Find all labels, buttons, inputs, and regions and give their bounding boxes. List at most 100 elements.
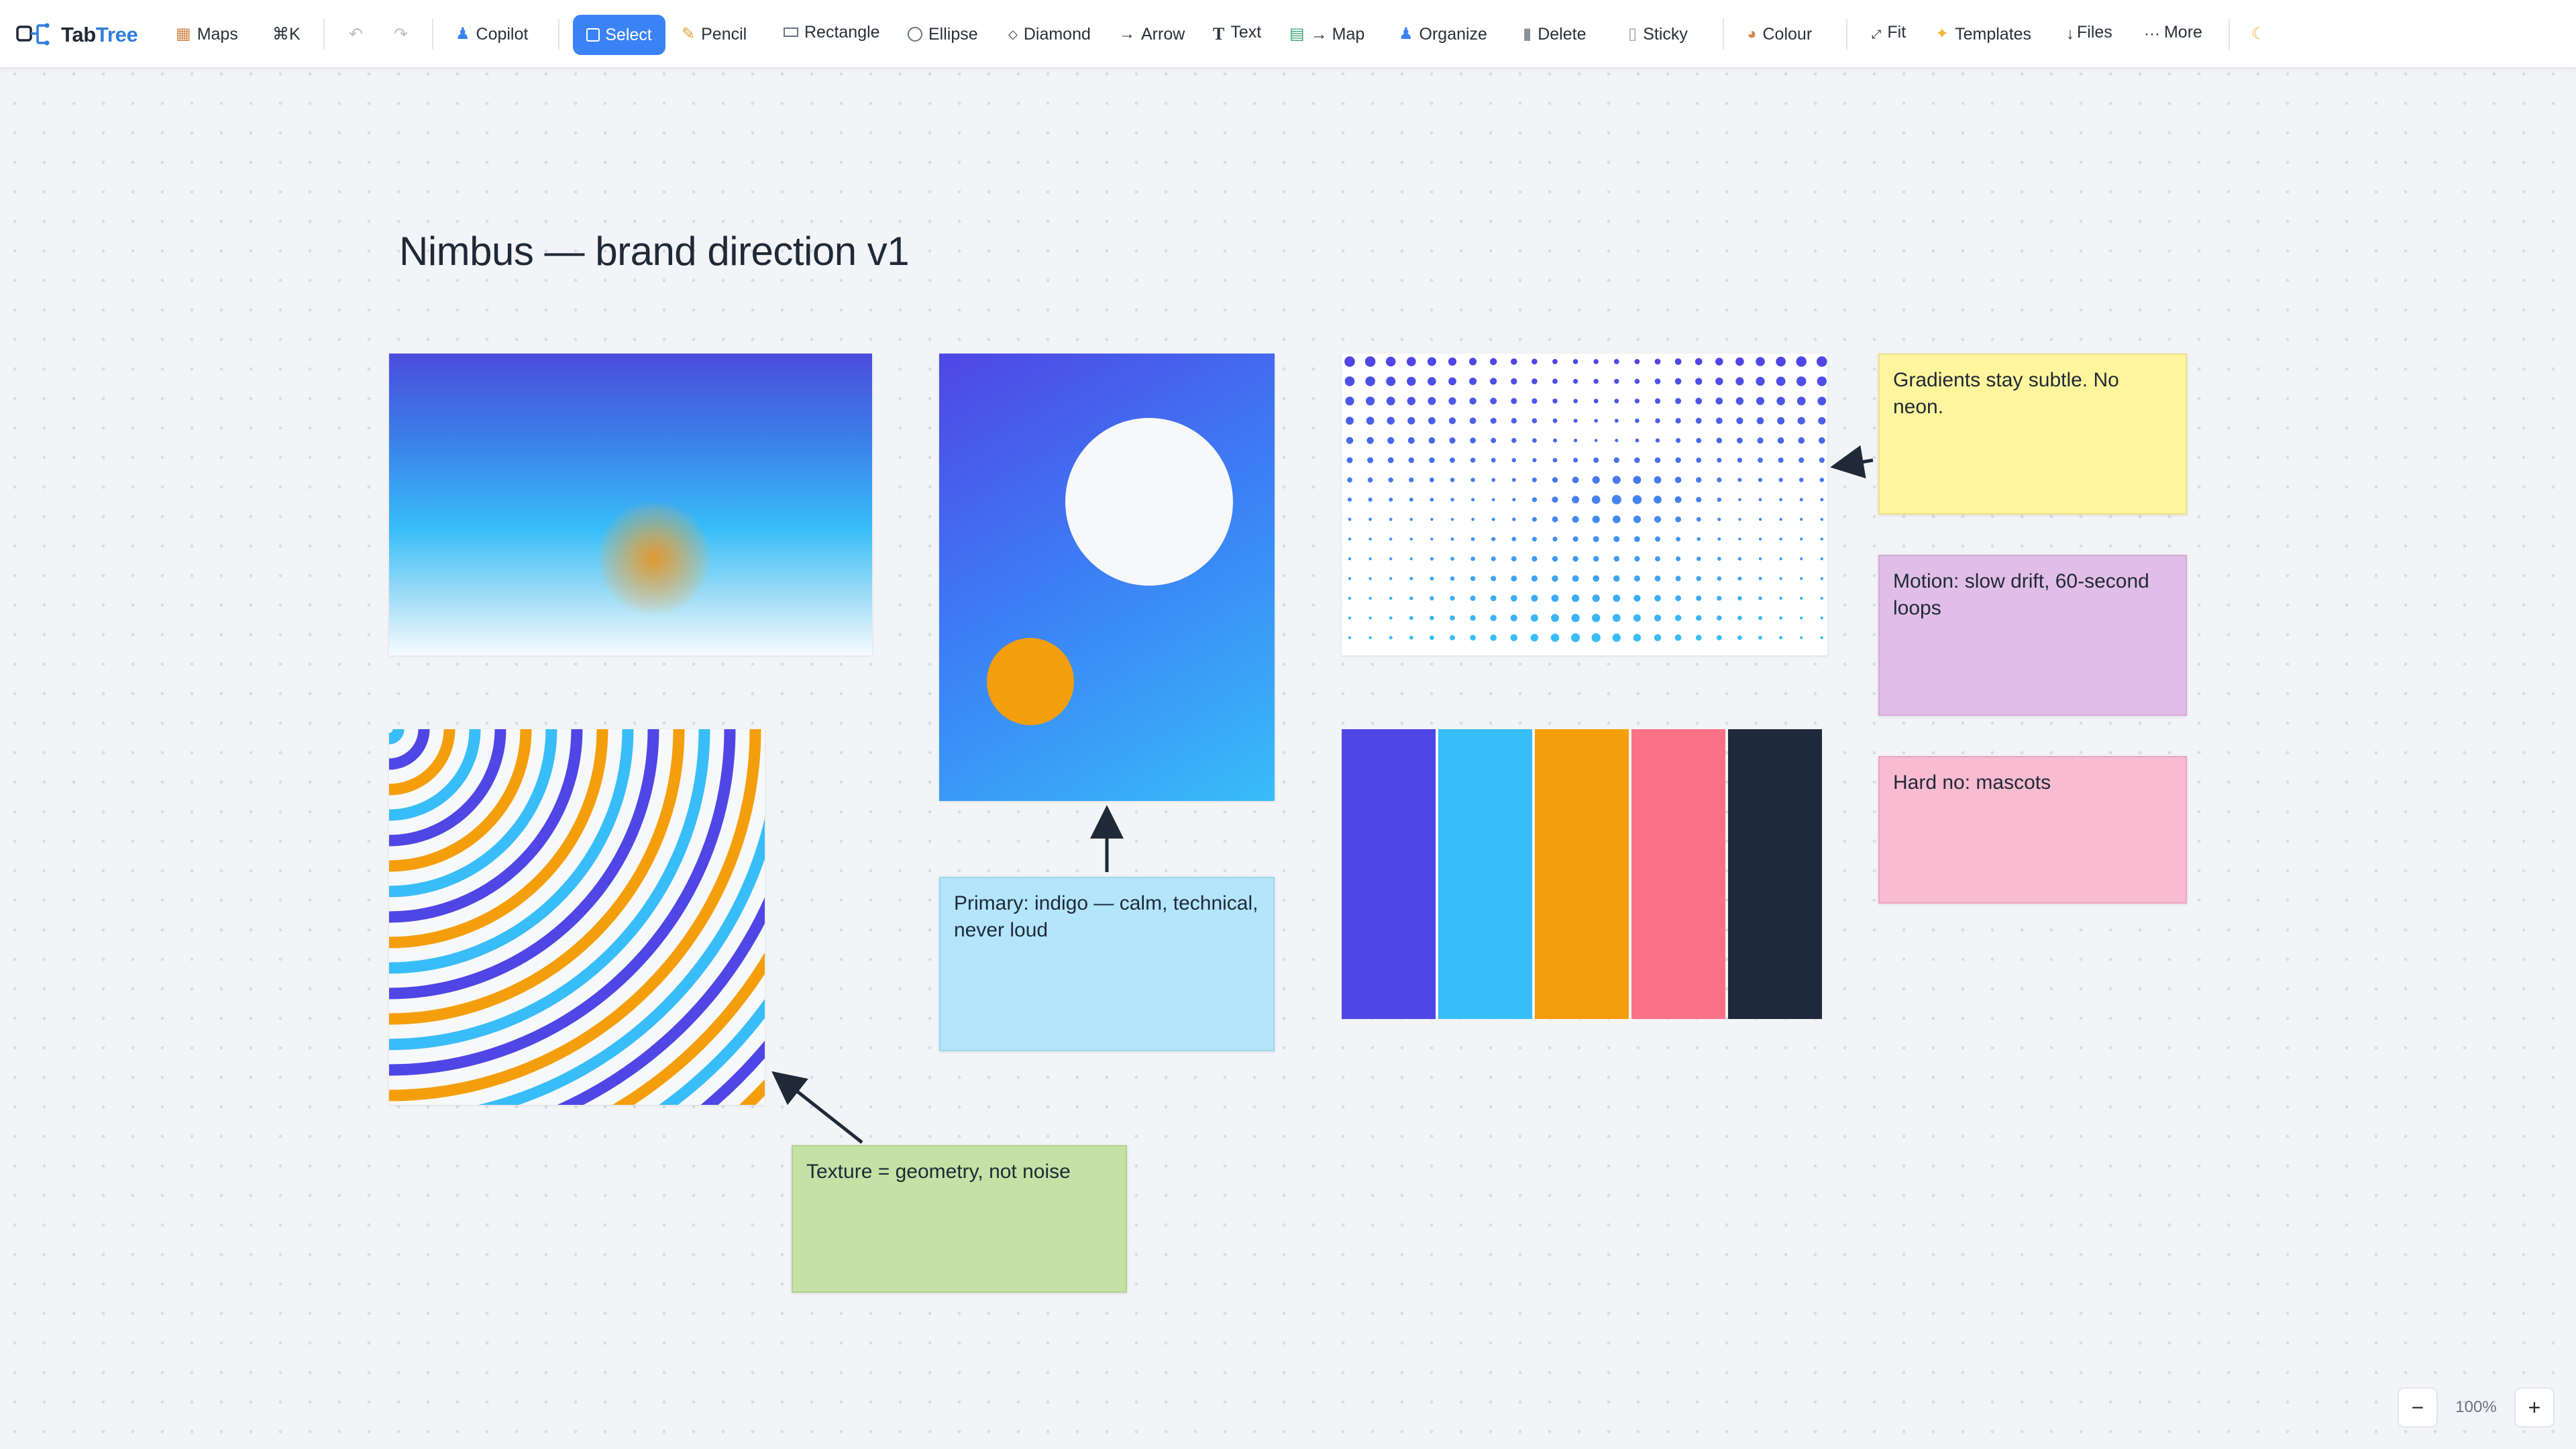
map-tool-button[interactable]: ▤ → Map bbox=[1289, 16, 1364, 52]
halftone-dot bbox=[1552, 537, 1558, 542]
halftone-dot bbox=[1409, 517, 1413, 521]
halftone-dot bbox=[1491, 576, 1497, 582]
select-tool-button[interactable]: Select bbox=[573, 15, 665, 55]
halftone-dot bbox=[1675, 595, 1681, 602]
halftone-dot bbox=[1800, 557, 1803, 561]
swatch-slate[interactable] bbox=[1728, 729, 1822, 1019]
halftone-dot bbox=[1450, 615, 1455, 621]
sky-gradient-image[interactable] bbox=[389, 354, 872, 655]
zoom-out-button[interactable]: − bbox=[2398, 1387, 2438, 1428]
halftone-dot bbox=[1532, 458, 1537, 463]
arrow-tool-button[interactable]: → Arrow bbox=[1119, 16, 1185, 52]
halftone-dot bbox=[1346, 417, 1354, 425]
sticky-note-primary[interactable]: Primary: indigo — calm, technical, never… bbox=[939, 877, 1275, 1051]
halftone-dot bbox=[1592, 594, 1600, 602]
halftone-dot bbox=[1674, 496, 1682, 503]
sticky-note-texture[interactable]: Texture = geometry, not noise bbox=[792, 1145, 1127, 1293]
rectangle-tool-button[interactable]: Rectangle bbox=[784, 16, 880, 52]
halftone-dot bbox=[1365, 376, 1375, 386]
ellipse-icon bbox=[908, 27, 922, 42]
halftone-dot bbox=[1532, 497, 1537, 502]
arrow-texture-to-arcs[interactable] bbox=[771, 1071, 863, 1144]
organize-button[interactable]: ♟ Organize bbox=[1399, 16, 1487, 52]
swatch-rose[interactable] bbox=[1631, 729, 1725, 1019]
halftone-dot bbox=[1367, 477, 1373, 483]
swatch-sky[interactable] bbox=[1438, 729, 1532, 1019]
undo-button[interactable]: ↶ bbox=[349, 16, 363, 52]
text-tool-button[interactable]: T Text bbox=[1213, 16, 1261, 52]
halftone-dot bbox=[1778, 478, 1783, 482]
halftone-dot bbox=[1613, 515, 1621, 523]
halftone-dot bbox=[1820, 596, 1823, 600]
halftone-dot bbox=[1386, 396, 1395, 406]
sparkles-icon: ✦ bbox=[1935, 25, 1949, 43]
sticky-note-motion[interactable]: Motion: slow drift, 60-second loops bbox=[1878, 555, 2187, 716]
halftone-dot bbox=[1450, 518, 1454, 521]
halftone-dot bbox=[1386, 376, 1396, 386]
files-button[interactable]: ↓ Files bbox=[2066, 16, 2112, 52]
halftone-dot bbox=[1776, 376, 1786, 386]
theme-toggle-button[interactable]: ☾ bbox=[2251, 16, 2272, 52]
app-name[interactable]: TabTree bbox=[61, 23, 138, 47]
halftone-dot bbox=[1511, 418, 1517, 424]
ellipse-tool-button[interactable]: Ellipse bbox=[908, 16, 978, 52]
diamond-tool-button[interactable]: ◇ Diamond bbox=[1008, 16, 1091, 52]
halftone-dot bbox=[1715, 397, 1723, 405]
halftone-dot bbox=[1572, 476, 1579, 484]
more-button[interactable]: ··· More bbox=[2144, 16, 2202, 52]
halftone-dot bbox=[1490, 397, 1497, 405]
halftone-dot bbox=[1797, 417, 1805, 425]
halftone-dot bbox=[1756, 357, 1765, 366]
halftone-dot-pattern[interactable] bbox=[1342, 354, 1827, 655]
halftone-dot bbox=[1368, 577, 1372, 580]
halftone-dot bbox=[1389, 497, 1393, 502]
halftone-dot bbox=[1696, 595, 1702, 601]
halftone-dot bbox=[1573, 419, 1578, 423]
arrow-icon: → bbox=[1119, 25, 1135, 43]
halftone-dot bbox=[1717, 537, 1721, 541]
redo-button[interactable]: ↷ bbox=[394, 16, 408, 52]
halftone-dot bbox=[1572, 536, 1578, 542]
halftone-dot bbox=[1696, 437, 1702, 443]
arc-rings bbox=[389, 729, 765, 1105]
zoom-in-button[interactable]: + bbox=[2514, 1387, 2555, 1428]
halftone-dot bbox=[1368, 616, 1372, 620]
sticky-tool-button[interactable]: ▯ Sticky bbox=[1628, 16, 1688, 52]
map-folder-icon: ▦ bbox=[176, 25, 191, 43]
halftone-dot bbox=[1470, 478, 1475, 482]
sticky-note-hard-no[interactable]: Hard no: mascots bbox=[1878, 756, 2187, 904]
colour-button[interactable]: ◕ Colour bbox=[1747, 16, 1812, 52]
toolbar-divider bbox=[1723, 19, 1724, 50]
halftone-dot bbox=[1450, 576, 1455, 581]
poster-image[interactable] bbox=[939, 354, 1275, 801]
select-icon bbox=[586, 28, 600, 42]
maps-button[interactable]: ▦ Maps bbox=[176, 16, 238, 52]
halftone-dot bbox=[1551, 614, 1559, 623]
halftone-dot bbox=[1777, 417, 1785, 425]
halftone-dot bbox=[1387, 457, 1394, 464]
fit-button[interactable]: ⤢ Fit bbox=[1872, 16, 1906, 52]
halftone-dot bbox=[1593, 536, 1599, 543]
concentric-arcs-pattern[interactable] bbox=[389, 729, 765, 1105]
swatch-indigo[interactable] bbox=[1342, 729, 1436, 1019]
halftone-dot bbox=[1654, 358, 1661, 365]
pencil-tool-button[interactable]: ✎ Pencil bbox=[682, 16, 747, 52]
halftone-dot bbox=[1737, 576, 1742, 581]
templates-button[interactable]: ✦ Templates bbox=[1935, 16, 2031, 52]
diamond-label: Diamond bbox=[1023, 24, 1091, 44]
board-title[interactable]: Nimbus — brand direction v1 bbox=[399, 228, 910, 274]
sticky-note-gradients[interactable]: Gradients stay subtle. No neon. bbox=[1878, 354, 2187, 515]
zoom-level: 100% bbox=[2455, 1398, 2497, 1416]
arrow-gradients-to-dots[interactable] bbox=[1830, 445, 1874, 479]
halftone-dot bbox=[1511, 556, 1517, 561]
halftone-dot bbox=[1654, 595, 1661, 602]
command-palette-button[interactable]: ⌘K bbox=[272, 16, 301, 52]
halftone-dot bbox=[1654, 614, 1662, 622]
swatch-amber[interactable] bbox=[1535, 729, 1629, 1019]
halftone-dot bbox=[1675, 398, 1682, 405]
delete-button[interactable]: ▮ Delete bbox=[1523, 16, 1586, 52]
halftone-dot bbox=[1611, 494, 1621, 504]
halftone-dot bbox=[1511, 437, 1517, 443]
halftone-dot bbox=[1532, 358, 1538, 365]
copilot-button[interactable]: ♟ Copilot bbox=[455, 16, 528, 52]
